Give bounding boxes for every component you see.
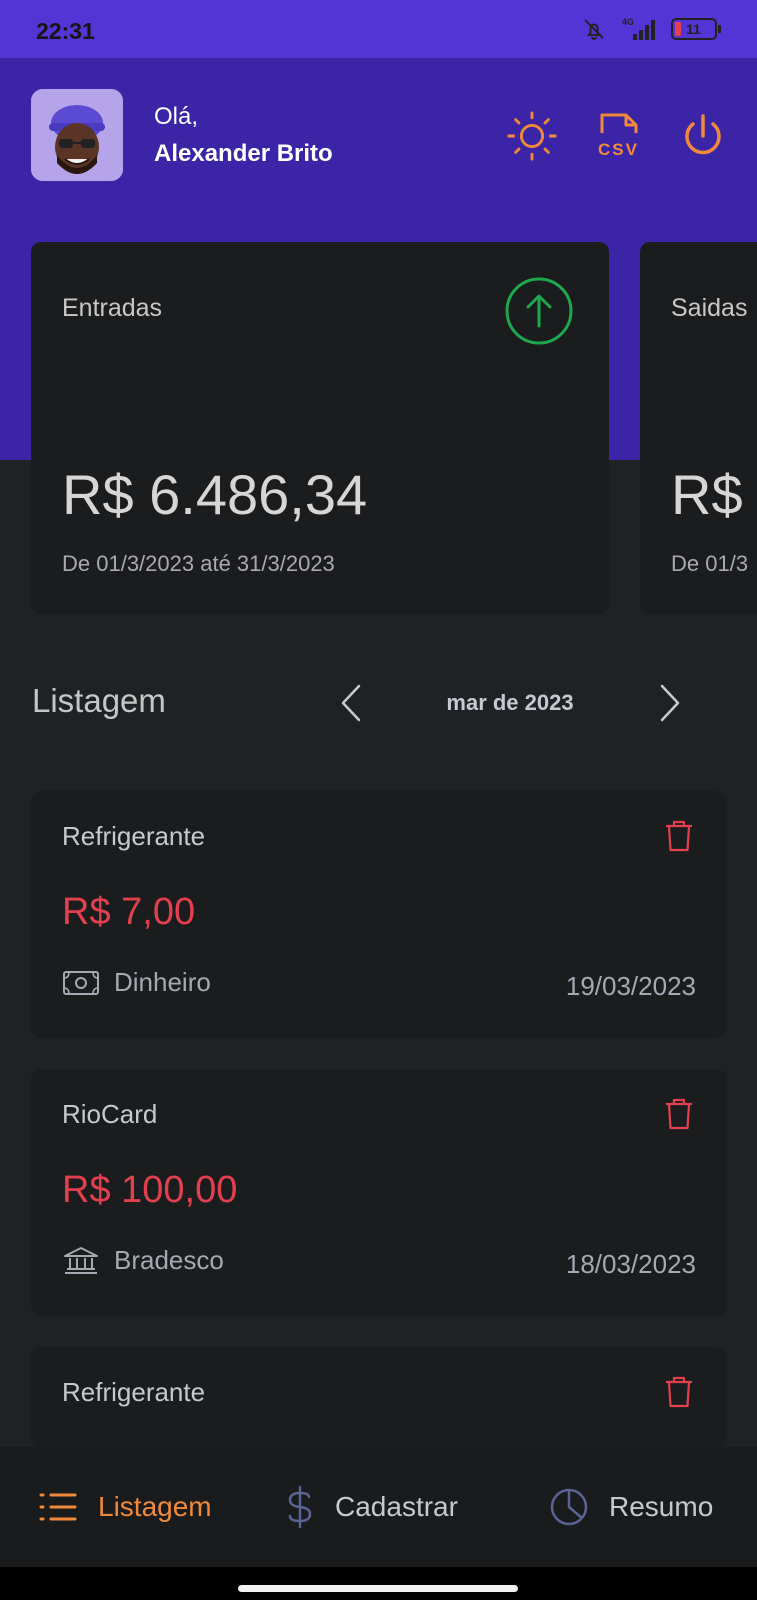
transaction-name: Refrigerante	[62, 1377, 206, 1407]
status-bar: 22:31 4G 11	[0, 0, 757, 58]
card-title: Saidas	[671, 294, 748, 322]
listing-title: Listagem	[32, 682, 166, 719]
transaction-amount: R$ 7,00	[62, 891, 196, 933]
arrow-up-circle-icon	[505, 277, 573, 345]
transaction-name: Refrigerante	[62, 821, 206, 851]
sun-icon	[507, 111, 557, 161]
delete-icon[interactable]	[663, 1097, 695, 1131]
battery-icon: 11	[671, 18, 721, 40]
nav-label: Cadastrar	[335, 1491, 458, 1522]
card-amount: R$	[671, 463, 743, 526]
nav-label: Resumo	[609, 1491, 714, 1522]
nav-item-listagem[interactable]: Listagem	[38, 1447, 212, 1567]
payment-method-label: Dinheiro	[114, 967, 211, 997]
dollar-icon	[288, 1485, 312, 1529]
csv-file-icon: CSV	[598, 113, 639, 159]
power-icon	[685, 114, 721, 155]
user-name: Alexander Brito	[154, 140, 333, 167]
notifications-off-icon	[584, 19, 604, 40]
battery-level: 11	[686, 21, 701, 37]
card-date-range: De 01/3	[671, 551, 749, 576]
nav-label: Listagem	[98, 1491, 212, 1522]
transaction-date: 18/03/2023	[565, 1249, 696, 1279]
status-icons: 4G 11	[581, 14, 721, 44]
signal-icon: 4G	[622, 17, 655, 40]
nav-item-resumo[interactable]: Resumo	[549, 1447, 713, 1567]
chevron-left-icon	[341, 684, 361, 722]
transaction-item[interactable]: Refrigerante R$ 7,00 Dinheiro 19/03/2023	[31, 791, 727, 1038]
nav-item-cadastrar[interactable]: Cadastrar	[285, 1447, 458, 1567]
card-amount: R$ 6.486,34	[62, 463, 368, 526]
greeting-text: Olá,	[154, 103, 199, 130]
bottom-navigation: Listagem Cadastrar Resumo	[0, 1447, 757, 1567]
list-icon	[39, 1493, 77, 1521]
payment-method-label: Bradesco	[114, 1245, 224, 1275]
current-month-label: mar de 2023	[446, 690, 574, 715]
expense-card[interactable]: Saidas R$ De 01/3	[640, 242, 757, 614]
system-gesture-area	[0, 1567, 757, 1600]
pie-chart-icon	[550, 1488, 588, 1526]
transaction-item[interactable]: RioCard R$ 100,00 Bradesco 18/03/2023	[31, 1069, 727, 1316]
previous-month-button[interactable]	[333, 683, 369, 723]
export-csv-button[interactable]: CSV	[595, 110, 647, 162]
transaction-name: RioCard	[62, 1099, 158, 1129]
chevron-right-icon	[660, 684, 680, 722]
avatar[interactable]	[31, 89, 123, 181]
card-title: Entradas	[62, 294, 163, 322]
home-gesture-bar[interactable]	[238, 1585, 518, 1592]
bank-icon	[64, 1246, 98, 1274]
card-date-range: De 01/3/2023 até 31/3/2023	[62, 551, 335, 576]
logout-button[interactable]	[677, 110, 729, 162]
theme-toggle-button[interactable]	[506, 110, 558, 162]
delete-icon[interactable]	[663, 1375, 695, 1409]
status-time: 22:31	[36, 18, 95, 44]
memoji-avatar-icon	[31, 89, 123, 181]
network-type-label: 4G	[622, 17, 634, 27]
transaction-item[interactable]: Refrigerante	[31, 1347, 727, 1447]
next-month-button[interactable]	[652, 683, 688, 723]
payment-method: Dinheiro	[62, 967, 211, 998]
delete-icon[interactable]	[663, 819, 695, 853]
income-card[interactable]: Entradas R$ 6.486,34 De 01/3/2023 até 31…	[31, 242, 609, 614]
transaction-date: 19/03/2023	[565, 971, 696, 1001]
csv-label: CSV	[598, 140, 639, 159]
cash-icon	[63, 970, 99, 995]
payment-method: Bradesco	[62, 1245, 224, 1276]
transaction-amount: R$ 100,00	[62, 1169, 238, 1211]
